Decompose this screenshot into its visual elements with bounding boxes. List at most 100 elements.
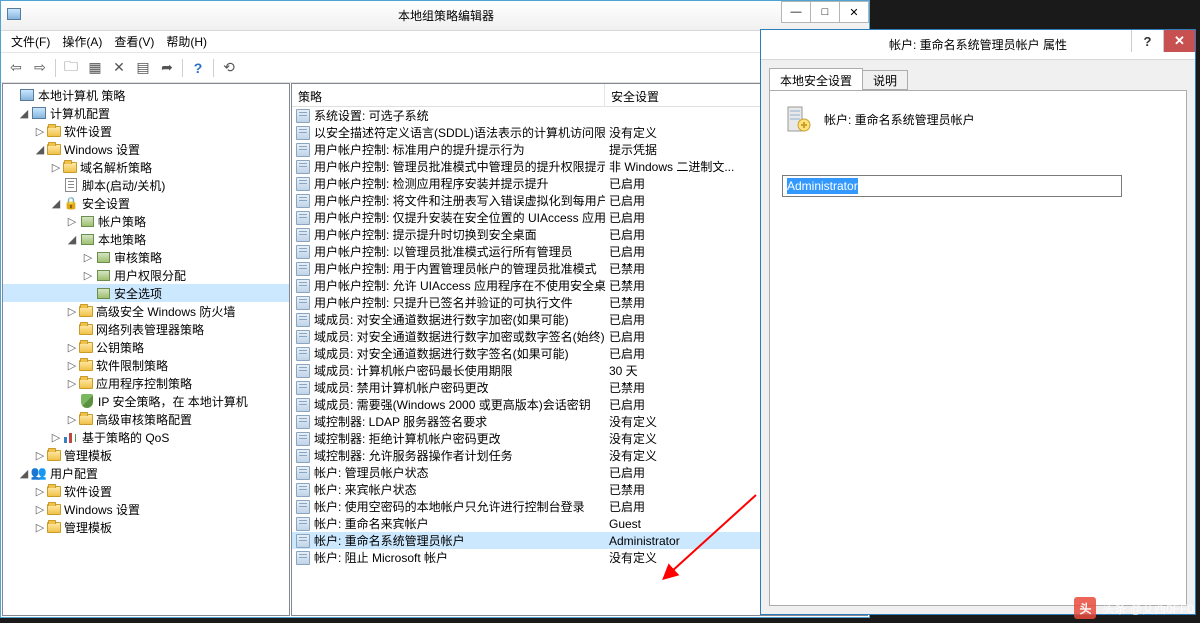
tree-label: 脚本(启动/关机): [82, 177, 165, 194]
tree-label: IP 安全策略，在 本地计算机: [98, 393, 248, 410]
main-title: 本地组策略编辑器: [23, 7, 869, 24]
lock-icon: 🔒: [63, 195, 79, 211]
admin-name-input[interactable]: Administrator: [782, 175, 1122, 197]
properties-dialog: 帐户: 重命名系统管理员帐户 属性 ? ✕ 本地安全设置 说明 帐户: 重命名系…: [760, 29, 1196, 615]
policy-icon: [296, 262, 310, 276]
tree-user-software[interactable]: ▷软件设置: [3, 482, 289, 500]
tree-qos[interactable]: ▷基于策略的 QoS: [3, 428, 289, 446]
details-button[interactable]: ▦: [84, 57, 106, 79]
tree-label: Windows 设置: [64, 501, 140, 518]
refresh-button[interactable]: ⟲: [218, 57, 240, 79]
tree-panel[interactable]: 本地计算机 策略 ◢计算机配置 ▷软件设置 ◢Windows 设置 ▷域名解析策…: [2, 83, 290, 616]
prop-input-wrapper: Administrator: [782, 175, 1174, 197]
policy-name: 用户帐户控制: 用于内置管理员帐户的管理员批准模式: [314, 260, 597, 277]
tree-local-policy[interactable]: ◢本地策略: [3, 230, 289, 248]
delete-button[interactable]: ✕: [108, 57, 130, 79]
prop-window-controls: ? ✕: [1131, 30, 1195, 52]
export-button[interactable]: ➦: [156, 57, 178, 79]
menubar: 文件(F) 操作(A) 查看(V) 帮助(H): [1, 31, 869, 53]
menu-action[interactable]: 操作(A): [56, 31, 108, 52]
tree-public-key[interactable]: ▷公钥策略: [3, 338, 289, 356]
tab-local-security[interactable]: 本地安全设置: [769, 68, 863, 90]
tree-adv-firewall[interactable]: ▷高级安全 Windows 防火墙: [3, 302, 289, 320]
tree-netlist-mgr[interactable]: 网络列表管理器策略: [3, 320, 289, 338]
tree-security-options[interactable]: 安全选项: [3, 284, 289, 302]
properties-button[interactable]: ▤: [132, 57, 154, 79]
policy-icon: [296, 347, 310, 361]
maximize-button[interactable]: □: [810, 1, 840, 23]
toolbar-separator: [55, 59, 56, 77]
tree-security-settings[interactable]: ◢🔒安全设置: [3, 194, 289, 212]
policy-name: 用户帐户控制: 以管理员批准模式运行所有管理员: [314, 243, 573, 260]
folder-icon: [47, 522, 61, 533]
tree-label: 本地策略: [98, 231, 146, 248]
tree-label: 用户权限分配: [114, 267, 186, 284]
main-titlebar[interactable]: 本地组策略编辑器 — □ ✕: [1, 1, 869, 31]
tree-user-windows[interactable]: ▷Windows 设置: [3, 500, 289, 518]
tree-ip-security[interactable]: IP 安全策略，在 本地计算机: [3, 392, 289, 410]
folder-icon: [79, 360, 93, 371]
close-button[interactable]: ✕: [839, 1, 869, 23]
tree-software-settings[interactable]: ▷软件设置: [3, 122, 289, 140]
tab-explain[interactable]: 说明: [862, 70, 908, 90]
tree-dns-policy[interactable]: ▷域名解析策略: [3, 158, 289, 176]
policy-icon: [296, 228, 310, 242]
policy-name: 域成员: 禁用计算机帐户密码更改: [314, 379, 489, 396]
up-button[interactable]: 🗀: [60, 57, 82, 79]
tree-windows-settings[interactable]: ◢Windows 设置: [3, 140, 289, 158]
tree-root[interactable]: 本地计算机 策略: [3, 86, 289, 104]
folder-icon: [79, 414, 93, 425]
tree-label: 域名解析策略: [80, 159, 152, 176]
tree-soft-restrict[interactable]: ▷软件限制策略: [3, 356, 289, 374]
minimize-button[interactable]: —: [781, 1, 811, 23]
nav-forward-button[interactable]: ⇨: [29, 57, 51, 79]
tree-account-policy[interactable]: ▷帐户策略: [3, 212, 289, 230]
prop-title: 帐户: 重命名系统管理员帐户 属性: [761, 36, 1195, 53]
tree-user-admin[interactable]: ▷管理模板: [3, 518, 289, 536]
policy-icon: [296, 211, 310, 225]
tree-user-rights[interactable]: ▷用户权限分配: [3, 266, 289, 284]
chart-icon: [64, 431, 78, 443]
menu-file[interactable]: 文件(F): [5, 31, 56, 52]
policy-name: 用户帐户控制: 提示提升时切换到安全桌面: [314, 226, 537, 243]
tree-label: 应用程序控制策略: [96, 375, 192, 392]
tree-computer-config[interactable]: ◢计算机配置: [3, 104, 289, 122]
tree-app-control[interactable]: ▷应用程序控制策略: [3, 374, 289, 392]
watermark-text: 头条 @艾西0FF0: [1102, 600, 1194, 617]
prop-close-button[interactable]: ✕: [1163, 30, 1195, 52]
policy-name: 帐户: 阻止 Microsoft 帐户: [314, 549, 448, 566]
tree-scripts[interactable]: 脚本(启动/关机): [3, 176, 289, 194]
menu-help[interactable]: 帮助(H): [160, 31, 213, 52]
policy-icon: [296, 160, 310, 174]
tree-adv-audit[interactable]: ▷高级审核策略配置: [3, 410, 289, 428]
tree-admin-templates[interactable]: ▷管理模板: [3, 446, 289, 464]
policy-icon: [296, 109, 310, 123]
col-header-policy[interactable]: 策略: [292, 84, 605, 106]
menu-view[interactable]: 查看(V): [108, 31, 160, 52]
tree-label: 网络列表管理器策略: [96, 321, 204, 338]
policy-name: 用户帐户控制: 标准用户的提升提示行为: [314, 141, 525, 158]
tab-content: 帐户: 重命名系统管理员帐户 Administrator: [769, 90, 1187, 606]
policy-icon: [296, 415, 310, 429]
policy-name: 系统设置: 可选子系统: [314, 107, 429, 124]
tree-audit-policy[interactable]: ▷审核策略: [3, 248, 289, 266]
policy-name: 域成员: 需要强(Windows 2000 或更高版本)会话密钥: [314, 396, 591, 413]
app-icon: [7, 8, 23, 24]
prop-titlebar[interactable]: 帐户: 重命名系统管理员帐户 属性 ? ✕: [761, 30, 1195, 60]
help-button[interactable]: ?: [187, 57, 209, 79]
nav-back-button[interactable]: ⇦: [5, 57, 27, 79]
prop-help-button[interactable]: ?: [1131, 30, 1163, 52]
tree-user-config[interactable]: ◢👥用户配置: [3, 464, 289, 482]
policy-name: 域成员: 对安全通道数据进行数字加密或数字签名(始终): [314, 328, 605, 345]
policy-name: 用户帐户控制: 允许 UIAccess 应用程序在不使用安全桌面...: [314, 277, 605, 294]
policy-icon: [296, 177, 310, 191]
folder-icon: [47, 144, 61, 155]
policy-name: 帐户: 来宾帐户状态: [314, 481, 417, 498]
policy-name: 用户帐户控制: 将文件和注册表写入错误虚拟化到每用户位置: [314, 192, 605, 209]
toolbar-separator: [213, 59, 214, 77]
policy-icon: [296, 432, 310, 446]
tree-label: 安全设置: [82, 195, 130, 212]
prop-tabs: 本地安全设置 说明: [769, 68, 1187, 90]
policy-name: 帐户: 重命名来宾帐户: [314, 515, 429, 532]
people-icon: 👥: [31, 465, 47, 481]
